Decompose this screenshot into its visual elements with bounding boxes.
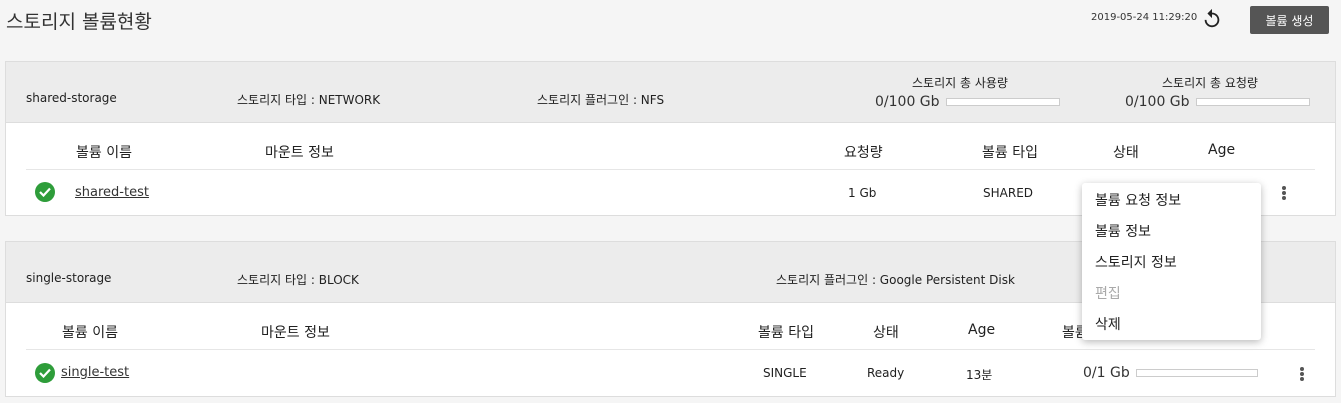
column-header-age: Age (1208, 142, 1236, 158)
column-header-name: 볼륨 이름 (62, 325, 118, 341)
volume-age: 13분 (966, 368, 993, 382)
storage-plugin: 스토리지 플러그인 : NFS (537, 93, 665, 107)
usage-progress-bar (945, 98, 1060, 106)
request-title: 스토리지 총 요청량 (1162, 76, 1258, 90)
column-header-type: 볼륨 타입 (758, 325, 814, 341)
volume-usage: 0/1 Gb (1083, 365, 1258, 381)
column-header-mount: 마운트 정보 (261, 325, 330, 341)
refresh-icon[interactable] (1201, 8, 1223, 30)
more-vert-icon[interactable] (1296, 365, 1308, 383)
check-circle-icon (35, 363, 55, 383)
menu-item-volume-request-info[interactable]: 볼륨 요청 정보 (1095, 190, 1181, 210)
menu-item-delete[interactable]: 삭제 (1095, 314, 1121, 334)
column-header-age: Age (968, 322, 996, 338)
request-value: 0/100 Gb (1125, 94, 1190, 110)
menu-item-volume-info[interactable]: 볼륨 정보 (1095, 221, 1151, 241)
storage-request: 스토리지 총 요청량 0/100 Gb (1125, 74, 1315, 110)
page-title: 스토리지 볼륨현황 (6, 11, 152, 33)
usage-value: 0/100 Gb (875, 94, 940, 110)
volume-status: Ready (867, 366, 905, 380)
storage-type: 스토리지 타입 : BLOCK (237, 273, 359, 287)
column-header-name: 볼륨 이름 (76, 145, 132, 161)
table-divider (26, 169, 1315, 170)
volume-context-menu: 볼륨 요청 정보 볼륨 정보 스토리지 정보 편집 삭제 (1082, 183, 1261, 340)
column-header-request: 요청량 (844, 145, 883, 161)
volume-usage-bar (1135, 369, 1258, 377)
volume-usage-value: 0/1 Gb (1083, 365, 1130, 381)
volume-name-link[interactable]: single-test (61, 365, 129, 380)
volume-request: 1 Gb (848, 186, 877, 200)
storage-plugin: 스토리지 플러그인 : Google Persistent Disk (776, 273, 1015, 287)
column-header-type: 볼륨 타입 (982, 145, 1038, 161)
storage-name: single-storage (26, 271, 112, 285)
usage-title: 스토리지 총 사용량 (912, 76, 1008, 90)
table-divider (26, 349, 1315, 350)
menu-item-edit: 편집 (1095, 286, 1121, 302)
volume-name-link[interactable]: shared-test (75, 185, 149, 200)
column-header-status: 상태 (1113, 145, 1139, 161)
storage-name: shared-storage (26, 91, 117, 105)
volume-type: SINGLE (763, 366, 807, 380)
last-updated-timestamp: 2019-05-24 11:29:20 (1091, 12, 1198, 23)
column-header-status: 상태 (873, 325, 899, 341)
request-progress-bar (1195, 98, 1310, 106)
storage-header: shared-storage 스토리지 타입 : NETWORK 스토리지 플러… (6, 62, 1335, 123)
more-vert-icon[interactable] (1278, 184, 1290, 202)
volume-type: SHARED (983, 186, 1034, 200)
menu-item-storage-info[interactable]: 스토리지 정보 (1095, 252, 1177, 272)
storage-usage: 스토리지 총 사용량 0/100 Gb (875, 74, 1065, 110)
check-circle-icon (35, 182, 55, 202)
storage-type: 스토리지 타입 : NETWORK (237, 93, 381, 107)
column-header-mount: 마운트 정보 (265, 145, 334, 161)
create-volume-button[interactable]: 볼륨 생성 (1250, 6, 1329, 34)
